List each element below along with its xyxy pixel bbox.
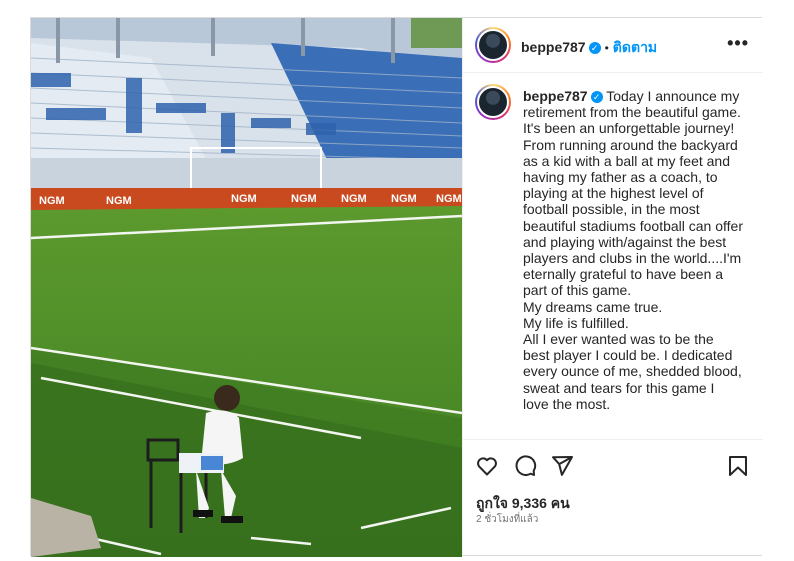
stadium-photo: NGM NGM NGM NGM NGM NGM NGM xyxy=(31,18,462,557)
avatar[interactable] xyxy=(475,84,511,120)
caption-paragraph: My life is fulfilled. xyxy=(523,314,629,331)
username-link[interactable]: beppe787 xyxy=(521,39,586,55)
verified-badge-icon: ✓ xyxy=(588,42,601,54)
ad-board-text: NGM xyxy=(391,193,417,205)
ad-board-text: NGM xyxy=(436,193,462,205)
ad-board-text: NGM xyxy=(39,195,65,207)
comment-icon[interactable] xyxy=(513,454,537,478)
avatar[interactable] xyxy=(475,27,511,63)
ad-board-text: NGM xyxy=(231,193,257,205)
follow-button[interactable]: ติดตาม xyxy=(613,39,657,55)
ad-board-text: NGM xyxy=(106,195,132,207)
caption-paragraph: It's been an unforgettable journey! From… xyxy=(523,120,743,299)
caption-paragraph: My dreams came true. xyxy=(523,298,663,315)
post-time[interactable]: 2 ชั่วโมงที่แล้ว xyxy=(476,512,538,527)
post-photo[interactable]: NGM NGM NGM NGM NGM NGM NGM xyxy=(31,18,462,557)
more-icon[interactable]: ••• xyxy=(727,34,749,52)
post-card: NGM NGM NGM NGM NGM NGM NGM beppe787 ✓ •… xyxy=(30,17,763,557)
header-user: beppe787 ✓ • ติดตาม xyxy=(521,37,657,59)
separator-dot: • xyxy=(604,41,609,55)
caption-text: beppe787 ✓ Today I announce my retirement… xyxy=(523,88,743,412)
verified-badge-icon: ✓ xyxy=(590,91,603,103)
username-link[interactable]: beppe787 xyxy=(523,88,588,104)
caption-line: beppe787 ✓ Today I announce my retirement… xyxy=(523,88,743,120)
post-header: beppe787 ✓ • ติดตาม ••• xyxy=(463,18,763,73)
caption-paragraph: All I ever wanted was to be the best pla… xyxy=(523,331,742,412)
heart-icon[interactable] xyxy=(475,454,499,478)
post-actions: ถูกใจ 9,336 คน 2 ชั่วโมงที่แล้ว xyxy=(463,439,763,555)
ad-board-text: NGM xyxy=(291,193,317,205)
bookmark-icon[interactable] xyxy=(726,454,750,478)
ad-board-text: NGM xyxy=(341,193,367,205)
share-icon[interactable] xyxy=(550,454,574,478)
caption-area: beppe787 ✓ Today I announce my retirement… xyxy=(463,74,763,438)
post-sidebar: beppe787 ✓ • ติดตาม ••• beppe787 ✓ Today I a… xyxy=(462,18,763,555)
